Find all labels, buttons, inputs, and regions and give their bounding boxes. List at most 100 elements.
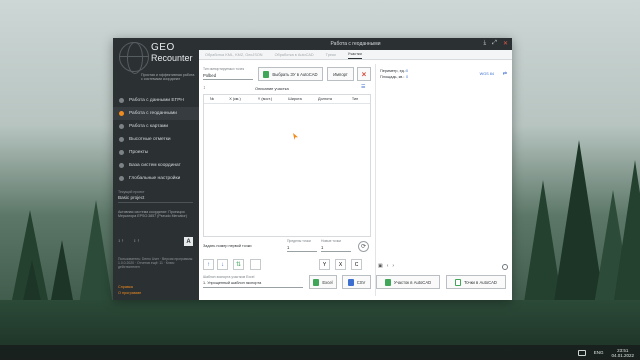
tab-parcels[interactable]: Участки xyxy=(347,52,362,59)
step-label: Пределы точки xyxy=(287,239,311,243)
clock-date: 04.01.2022 xyxy=(611,352,634,358)
split-icon[interactable]: ⇅ xyxy=(233,259,244,270)
map-toolbar: ▣ ‹ › xyxy=(378,263,394,269)
field-underline xyxy=(321,251,351,252)
main-area: Работа с геоданными ⤓ ⤢ ✕ Обработка KML,… xyxy=(199,38,512,300)
export-csv-button[interactable]: CSV xyxy=(342,275,371,289)
chevron-right-icon[interactable]: › xyxy=(392,263,394,269)
map-icon xyxy=(119,124,124,129)
arrow-up-icon[interactable]: ↑ xyxy=(203,259,214,270)
tab-autocad[interactable]: Обработка в AutoCAD xyxy=(275,53,314,59)
sidebar-item-label: Высотные отметки xyxy=(129,137,171,142)
sidebar-item-label: Работа с геоданными xyxy=(129,111,177,116)
new-point-input[interactable]: 1 xyxy=(321,245,323,250)
point-type-select[interactable]: Polbed xyxy=(203,73,216,78)
sidebar-item-label: Работа с картами xyxy=(129,124,169,129)
template-select[interactable]: 1. Упрощенный шаблон экспорта xyxy=(203,281,261,285)
autocad-icon xyxy=(455,278,462,286)
status-circle-icon xyxy=(502,264,508,270)
points-to-autocad-button[interactable]: Точки в AutoCAD xyxy=(446,275,506,289)
area-value: 0 xyxy=(406,75,409,79)
taskbar: ENG 23:51 04.01.2022 xyxy=(0,345,640,360)
parcel-autocad-label: Участок в AutoCAD xyxy=(393,279,432,285)
parcel-description-label: Описание участка xyxy=(255,86,289,91)
orange-action-button[interactable] xyxy=(250,259,261,270)
col-lon[interactable]: Долгота xyxy=(310,95,340,103)
clear-button[interactable]: × xyxy=(357,67,371,81)
new-point-label: Новые точки xyxy=(321,239,341,243)
y-axis-button[interactable]: Y xyxy=(319,259,330,270)
crs-badge[interactable]: WGS 84 xyxy=(480,72,494,76)
maximize-icon[interactable]: ⤢ xyxy=(492,40,497,47)
language-indicator[interactable]: ENG xyxy=(594,350,604,355)
window-title: Работа с геоданными xyxy=(330,41,381,47)
app-tagline: Простая и эффективная работа с системами… xyxy=(141,73,195,82)
x-axis-button[interactable]: X xyxy=(335,259,346,270)
sidebar-item-maps[interactable]: Работа с картами xyxy=(113,120,199,133)
col-x[interactable]: X (км.) xyxy=(220,95,250,103)
select-autocad-button[interactable]: Выбрать ЗУ в AutoCAD xyxy=(258,67,323,81)
parcel-to-autocad-button[interactable]: Участок в AutoCAD xyxy=(376,275,440,289)
excel-icon xyxy=(313,278,320,286)
rotate-icon[interactable]: ⟳ xyxy=(358,241,369,252)
tab-kml[interactable]: Обработка KML, KMZ, GeoJSON xyxy=(205,53,263,59)
sidebar-item-geodata[interactable]: Работа с геоданными xyxy=(113,107,199,120)
title-bar: Работа с геоданными ⤓ ⤢ ✕ xyxy=(199,38,512,50)
csv-icon xyxy=(347,278,354,286)
sidebar-item-crs-db[interactable]: База систем координат xyxy=(113,159,199,172)
excel-label: Excel xyxy=(322,279,333,285)
sidebar-item-egrn[interactable]: Работа с данными ЕГРН xyxy=(113,94,199,107)
template-label: Шаблон экспорта участков Excel xyxy=(203,275,255,279)
help-link[interactable]: Справка xyxy=(118,285,133,289)
swap-icon[interactable]: ⇄ xyxy=(503,71,507,77)
clock[interactable]: 23:51 04.01.2022 xyxy=(611,348,634,358)
close-icon: × xyxy=(361,69,367,79)
col-type[interactable]: Тип xyxy=(340,95,370,103)
database-icon xyxy=(119,163,124,168)
field-underline xyxy=(203,287,303,288)
c-button[interactable]: C xyxy=(351,259,362,270)
sidebar-nav: Работа с данными ЕГРН Работа с геоданным… xyxy=(113,94,199,185)
autocad-icon xyxy=(263,70,270,78)
arrow-down-icon[interactable]: ↓ xyxy=(217,259,228,270)
notifications-icon[interactable] xyxy=(577,349,586,356)
logo-title-line2: Recounter xyxy=(151,53,193,63)
point-type-label: Тип импортируемых точек xyxy=(203,67,245,71)
perimeter-label: Периметр, ед.: xyxy=(380,69,406,73)
sidebar-item-projects[interactable]: Проекты xyxy=(113,146,199,159)
list-icon[interactable]: ☰ xyxy=(361,84,365,90)
sidebar-item-label: Глобальные настройки xyxy=(129,176,181,181)
mountain-icon xyxy=(119,137,124,142)
font-size-button[interactable]: A xyxy=(184,237,193,246)
project-selector[interactable]: Basic project xyxy=(118,195,144,200)
tab-tracks[interactable]: Треки xyxy=(326,53,336,59)
col-lat[interactable]: Широта xyxy=(280,95,310,103)
col-num[interactable]: № xyxy=(204,95,220,103)
sort-icon[interactable]: ↕ xyxy=(203,85,206,91)
folder-icon xyxy=(119,150,124,155)
chevron-left-icon[interactable]: ‹ xyxy=(387,263,389,269)
image-icon[interactable]: ▣ xyxy=(378,263,383,269)
points-table[interactable]: № X (км.) Y (вост.) Широта Долгота Тип xyxy=(203,94,371,237)
export-excel-button[interactable]: Excel xyxy=(309,275,337,289)
license-info: Пользователь: Demo User · Версия програм… xyxy=(118,257,194,270)
step-input[interactable]: 1 xyxy=(287,245,289,250)
parcel-panel: Тип импортируемых точек Polbed Выбрать З… xyxy=(203,64,373,296)
col-y[interactable]: Y (вост.) xyxy=(250,95,280,103)
field-underline xyxy=(203,79,253,80)
import-button[interactable]: Импорт xyxy=(327,67,354,81)
download-icon[interactable]: ⤓ xyxy=(484,40,487,47)
swap-order-button[interactable]: ↕ ↑ xyxy=(134,238,140,243)
sidebar-item-heights[interactable]: Высотные отметки xyxy=(113,133,199,146)
sidebar-item-label: Работа с данными ЕГРН xyxy=(129,98,184,103)
area-label: Площадь, кв.: xyxy=(380,75,405,79)
about-link[interactable]: О программе xyxy=(118,291,141,295)
points-autocad-label: Точки в AutoCAD xyxy=(464,279,497,285)
app-logo: GEO Recounter Простая и эффективная рабо… xyxy=(113,38,199,84)
field-underline xyxy=(287,251,317,252)
close-icon[interactable]: ✕ xyxy=(503,40,508,47)
app-window: GEO Recounter Простая и эффективная рабо… xyxy=(113,38,512,300)
sidebar-item-settings[interactable]: Глобальные настройки xyxy=(113,172,199,185)
mouse-cursor-icon xyxy=(293,133,298,140)
swap-axes-button[interactable]: ↕ ↑ xyxy=(118,238,124,243)
